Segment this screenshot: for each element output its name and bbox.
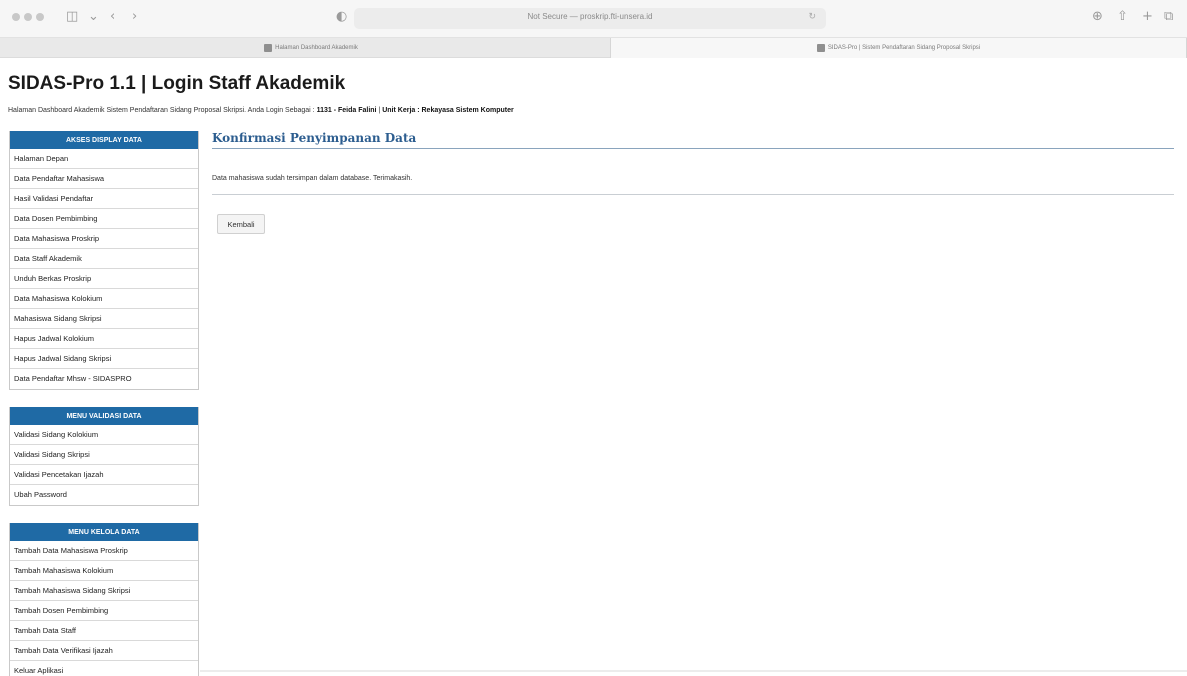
sidebar-item-tambah-proskrip[interactable]: Tambah Data Mahasiswa Proskrip: [10, 541, 198, 561]
address-bar[interactable]: Not Secure — proskrip.fti-unsera.id ↻: [354, 8, 826, 29]
browser-toolbar: ◫ ⌄ ‹ › ◐ Not Secure — proskrip.fti-unse…: [0, 0, 1187, 38]
sidebar-item-sidang-skripsi[interactable]: Mahasiswa Sidang Skripsi: [10, 309, 198, 329]
zoom-window-dot[interactable]: [36, 13, 44, 21]
tab-bar: Halaman Dashboard Akademik SIDAS-Pro | S…: [0, 38, 1187, 58]
sidebar-item-unduh-berkas[interactable]: Unduh Berkas Proskrip: [10, 269, 198, 289]
tab-overview-icon[interactable]: ⧉: [1164, 9, 1173, 25]
login-user: 1131 - Feida Falini: [316, 107, 377, 114]
sidebar-item-ubah-password[interactable]: Ubah Password: [10, 485, 198, 505]
sidebar-item-pendaftar-sidaspro[interactable]: Data Pendaftar Mhsw - SIDASPRO: [10, 369, 198, 389]
sidebar-item-keluar[interactable]: Keluar Aplikasi: [10, 661, 198, 676]
menu-header-validasi: MENU VALIDASI DATA: [10, 407, 198, 425]
sidebar-item-hasil-validasi[interactable]: Hasil Validasi Pendaftar: [10, 189, 198, 209]
sidebar-item-data-pendaftar-mahasiswa[interactable]: Data Pendaftar Mahasiswa: [10, 169, 198, 189]
reload-icon[interactable]: ↻: [808, 11, 816, 22]
address-text: Not Secure — proskrip.fti-unsera.id: [527, 12, 653, 21]
sidebar-item-halaman-depan[interactable]: Halaman Depan: [10, 149, 198, 169]
sidebar-item-tambah-sidang[interactable]: Tambah Mahasiswa Sidang Skripsi: [10, 581, 198, 601]
sidebar-item-validasi-ijazah[interactable]: Validasi Pencetakan Ijazah: [10, 465, 198, 485]
sidebar-item-hapus-sidang[interactable]: Hapus Jadwal Sidang Skripsi: [10, 349, 198, 369]
menu-group-display: AKSES DISPLAY DATA Halaman Depan Data Pe…: [9, 131, 199, 390]
sidebar-item-tambah-kolokium[interactable]: Tambah Mahasiswa Kolokium: [10, 561, 198, 581]
sidebar-item-tambah-dosen[interactable]: Tambah Dosen Pembimbing: [10, 601, 198, 621]
tab-label: Halaman Dashboard Akademik: [275, 45, 358, 51]
page-title: SIDAS-Pro 1.1 | Login Staff Akademik: [8, 73, 346, 94]
menu-group-validasi: MENU VALIDASI DATA Validasi Sidang Kolok…: [9, 407, 199, 506]
sidebar-item-validasi-kolokium[interactable]: Validasi Sidang Kolokium: [10, 425, 198, 445]
main-content: Konfirmasi Penyimpanan Data Data mahasis…: [212, 131, 1174, 234]
chevron-down-icon[interactable]: ⌄: [88, 9, 99, 25]
close-window-dot[interactable]: [12, 13, 20, 21]
sidebar-item-tambah-staff[interactable]: Tambah Data Staff: [10, 621, 198, 641]
menu-group-kelola: MENU KELOLA DATA Tambah Data Mahasiswa P…: [9, 523, 199, 676]
sidebar-item-data-dosen[interactable]: Data Dosen Pembimbing: [10, 209, 198, 229]
tab-sidaspro[interactable]: SIDAS-Pro | Sistem Pendaftaran Sidang Pr…: [610, 38, 1187, 58]
minimize-window-dot[interactable]: [24, 13, 32, 21]
login-info: Halaman Dashboard Akademik Sistem Pendaf…: [8, 107, 514, 114]
sidebar-item-data-kolokium[interactable]: Data Mahasiswa Kolokium: [10, 289, 198, 309]
confirmation-message: Data mahasiswa sudah tersimpan dalam dat…: [212, 175, 1174, 195]
shield-icon[interactable]: ◐: [336, 9, 347, 25]
share-icon[interactable]: ⇧: [1117, 9, 1128, 25]
favicon-icon: [264, 44, 273, 52]
sidebar-item-validasi-sidang[interactable]: Validasi Sidang Skripsi: [10, 445, 198, 465]
back-icon[interactable]: ‹: [110, 9, 115, 25]
page-divider: [200, 670, 1187, 672]
menu-header-kelola: MENU KELOLA DATA: [10, 523, 198, 541]
sidebar-item-data-staff[interactable]: Data Staff Akademik: [10, 249, 198, 269]
download-icon[interactable]: ⊕: [1092, 9, 1103, 25]
sidebar: AKSES DISPLAY DATA Halaman Depan Data Pe…: [9, 131, 199, 676]
sidebar-item-tambah-ijazah[interactable]: Tambah Data Verifikasi Ijazah: [10, 641, 198, 661]
tab-dashboard[interactable]: Halaman Dashboard Akademik: [12, 38, 610, 58]
favicon-icon: [816, 44, 825, 52]
forward-icon[interactable]: ›: [132, 9, 137, 25]
menu-header-display: AKSES DISPLAY DATA: [10, 131, 198, 149]
new-tab-icon[interactable]: +: [1142, 9, 1153, 25]
content-heading: Konfirmasi Penyimpanan Data: [212, 131, 1174, 149]
sidebar-toggle-icon[interactable]: ◫: [66, 9, 78, 25]
sidebar-item-hapus-kolokium[interactable]: Hapus Jadwal Kolokium: [10, 329, 198, 349]
tab-label: SIDAS-Pro | Sistem Pendaftaran Sidang Pr…: [827, 45, 981, 51]
login-prefix: Halaman Dashboard Akademik Sistem Pendaf…: [8, 107, 317, 114]
back-button[interactable]: Kembali: [217, 214, 265, 234]
sidebar-item-data-mahasiswa-proskrip[interactable]: Data Mahasiswa Proskrip: [10, 229, 198, 249]
login-unit: Unit Kerja : Rekayasa Sistem Komputer: [382, 107, 514, 114]
